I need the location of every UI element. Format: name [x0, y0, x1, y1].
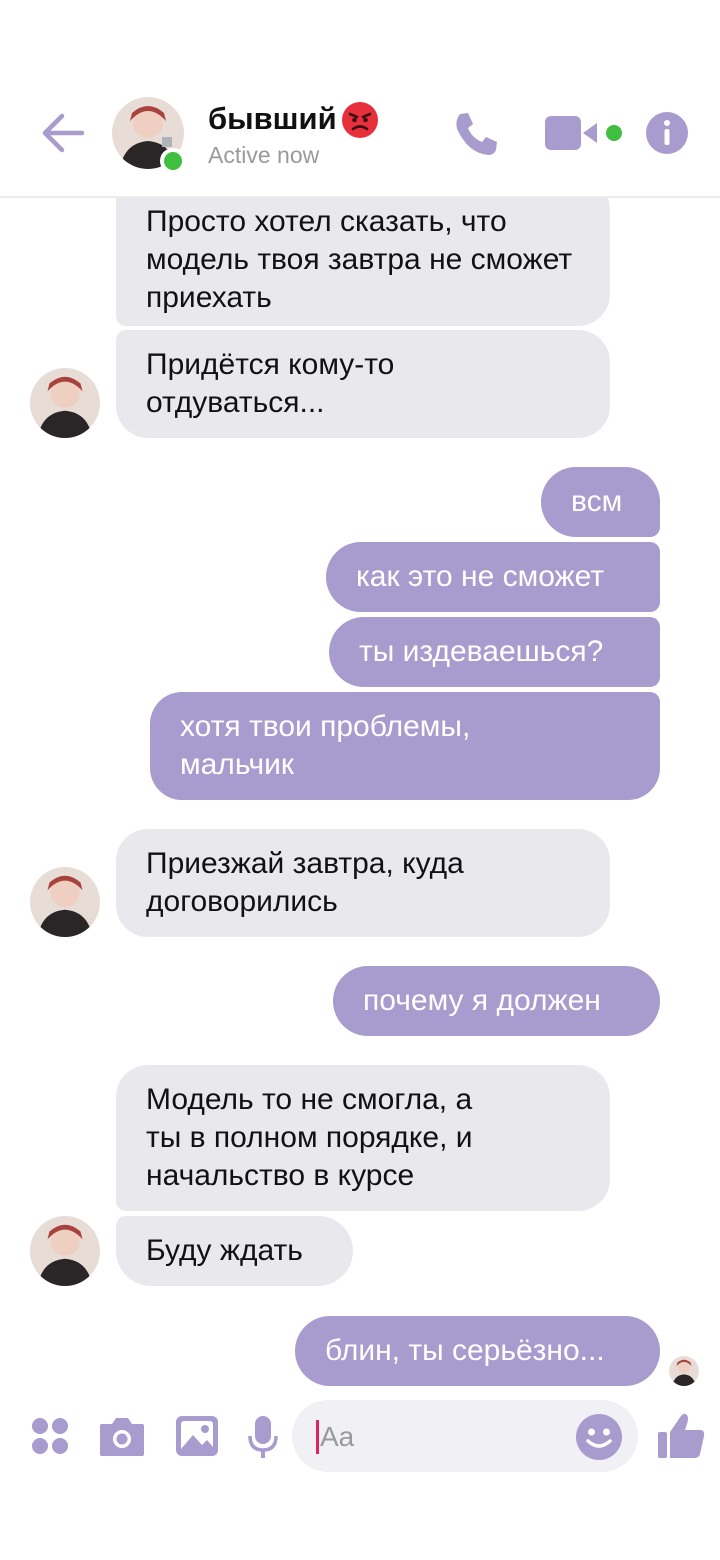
active-status: Active now: [208, 142, 320, 168]
message-text: Приезжай завтра, куда договорились: [146, 847, 464, 918]
video-online-indicator: [606, 125, 622, 141]
message-text: хотя твои проблемы, мальчик: [180, 710, 471, 781]
angry-face-icon: [342, 102, 378, 138]
message-text: Просто хотел сказать, что модель твоя за…: [146, 205, 573, 314]
video-camera-icon: [545, 116, 597, 150]
apps-button[interactable]: [30, 1416, 70, 1461]
message-bubble-incoming[interactable]: Просто хотел сказать, что модель твоя за…: [116, 178, 610, 326]
message-text: блин, ты серьёзно...: [325, 1334, 605, 1367]
message-bubble-incoming[interactable]: Буду ждать: [116, 1216, 353, 1286]
message-text: Буду ждать: [146, 1234, 303, 1267]
gallery-button[interactable]: [175, 1415, 219, 1462]
chat-header: бывший Active now: [0, 0, 720, 198]
call-button[interactable]: [450, 108, 502, 160]
sender-avatar[interactable]: [30, 368, 100, 438]
message-bubble-incoming[interactable]: Придётся кому-то отдуваться...: [116, 330, 610, 438]
sender-avatar[interactable]: [30, 1216, 100, 1286]
message-bubble-outgoing[interactable]: почему я должен: [333, 966, 660, 1036]
phone-icon: [456, 113, 497, 155]
text-cursor: [316, 1420, 319, 1454]
sender-avatar[interactable]: [30, 867, 100, 937]
camera-icon: [100, 1418, 144, 1456]
message-bubble-incoming[interactable]: Приезжай завтра, куда договорились: [116, 829, 610, 937]
message-text: почему я должен: [363, 984, 601, 1017]
message-bubble-outgoing[interactable]: ты издеваешься?: [329, 617, 660, 687]
message-text: как это не сможет: [356, 560, 605, 593]
message-text: Придётся кому-то отдуваться...: [146, 348, 395, 419]
emoji-button[interactable]: [575, 1413, 623, 1466]
like-button[interactable]: [656, 1410, 706, 1465]
info-button[interactable]: [645, 111, 689, 155]
four-dots-icon: [32, 1418, 68, 1454]
back-button[interactable]: [38, 108, 88, 158]
message-bubble-outgoing[interactable]: всм: [541, 467, 660, 537]
camera-button[interactable]: [98, 1414, 146, 1463]
image-icon: [176, 1416, 218, 1456]
info-icon: [646, 112, 688, 154]
thumbs-up-icon: [658, 1413, 705, 1458]
message-bubble-outgoing[interactable]: хотя твои проблемы, мальчик: [150, 692, 660, 800]
smiley-icon: [576, 1414, 622, 1460]
microphone-icon: [248, 1416, 278, 1458]
message-text: всм: [571, 485, 623, 518]
message-text: Модель то не смогла, а ты в полном поряд…: [146, 1083, 473, 1192]
arrow-left-icon: [42, 113, 85, 153]
message-input-placeholder: Aa: [320, 1421, 355, 1452]
video-call-button[interactable]: [545, 114, 605, 152]
message-bubble-outgoing[interactable]: как это не сможет: [326, 542, 660, 612]
message-text: ты издеваешься?: [359, 635, 604, 668]
message-bubble-incoming[interactable]: Модель то не смогла, а ты в полном поряд…: [116, 1065, 610, 1211]
voice-message-button[interactable]: [247, 1414, 279, 1465]
message-bubble-outgoing[interactable]: блин, ты серьёзно...: [295, 1316, 660, 1386]
seen-receipt-avatar: [669, 1356, 699, 1386]
online-indicator: [160, 148, 186, 174]
contact-name[interactable]: бывший: [208, 101, 337, 137]
